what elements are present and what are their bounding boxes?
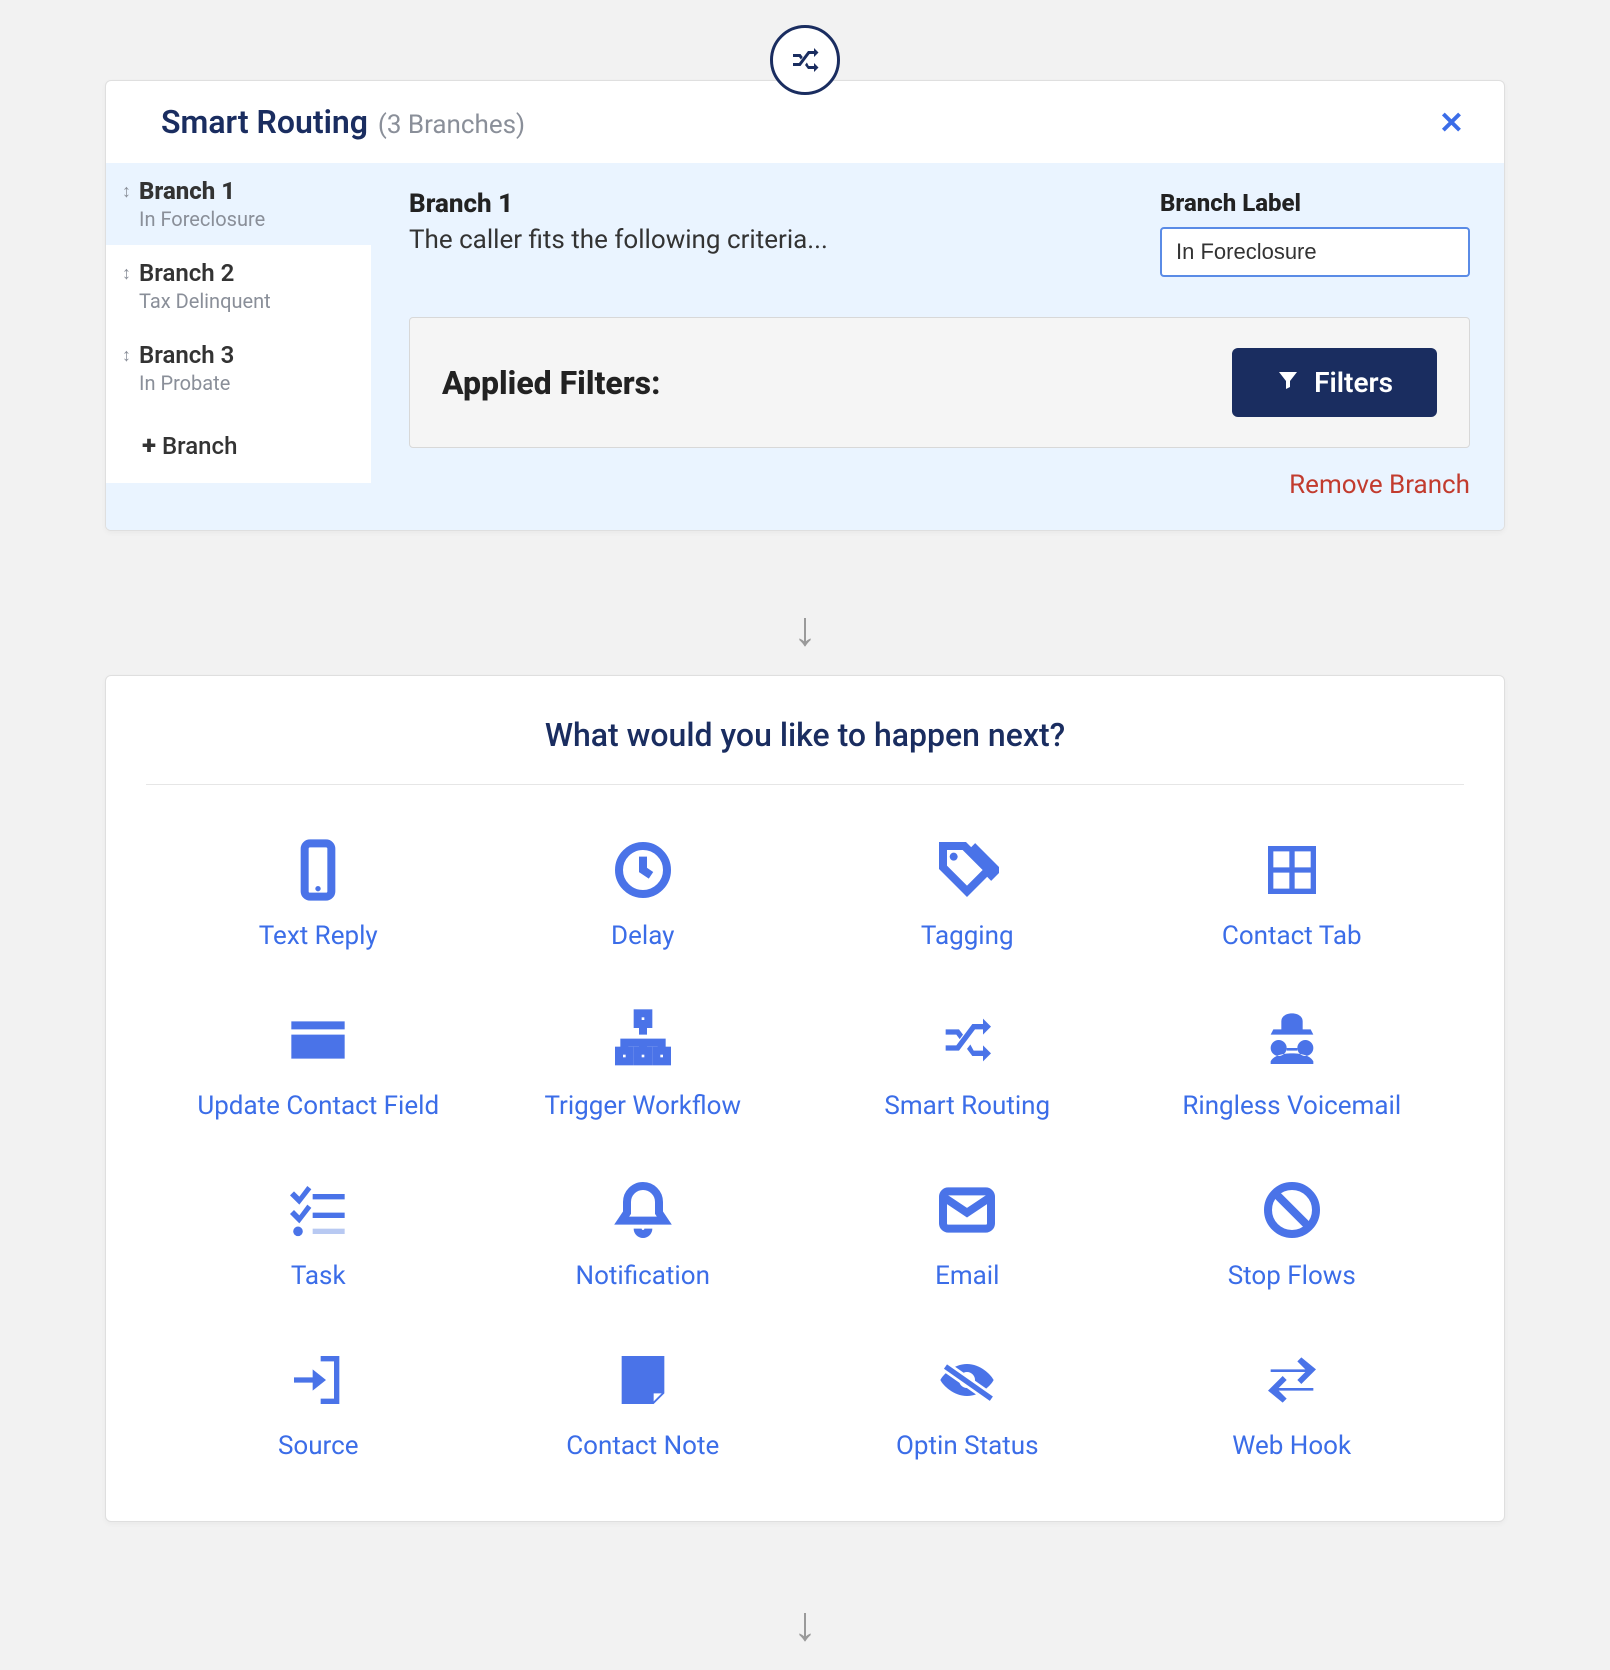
branch-item-3[interactable]: ↕ Branch 3 In Probate	[106, 327, 371, 409]
filter-icon	[1276, 366, 1300, 399]
action-web-hook[interactable]: Web Hook	[1140, 1345, 1445, 1461]
filters-button-label: Filters	[1314, 366, 1393, 399]
next-action-heading: What would you like to happen next?	[106, 676, 1504, 784]
action-label: Email	[935, 1261, 999, 1291]
tags-icon	[932, 835, 1002, 905]
arrow-down-icon: ↓	[793, 1600, 817, 1648]
note-icon	[608, 1345, 678, 1415]
branch-detail-desc: The caller fits the following criteria..…	[409, 225, 828, 255]
applied-filters-title: Applied Filters:	[442, 364, 660, 402]
drag-handle-icon[interactable]: ↕	[122, 345, 131, 366]
branch-sublabel: In Foreclosure	[139, 207, 265, 231]
action-label: Optin Status	[896, 1431, 1038, 1461]
smart-routing-body: ↕ Branch 1 In Foreclosure ↕ Branch 2 Tax…	[106, 163, 1504, 530]
action-label: Contact Tab	[1222, 921, 1362, 951]
add-branch-label: Branch	[162, 432, 237, 460]
plus-icon: +	[142, 431, 156, 461]
phone-icon	[283, 835, 353, 905]
arrow-down-icon: ↓	[793, 605, 817, 653]
action-label: Ringless Voicemail	[1182, 1091, 1401, 1121]
swap-icon	[1257, 1345, 1327, 1415]
drag-handle-icon[interactable]: ↕	[122, 181, 131, 202]
branch-sublabel: In Probate	[139, 371, 234, 395]
action-label: Task	[291, 1261, 346, 1291]
action-grid: Text Reply Delay Tagging Contact Tab Upd	[106, 785, 1504, 1521]
login-icon	[283, 1345, 353, 1415]
bell-icon	[608, 1175, 678, 1245]
branch-label-caption: Branch Label	[1160, 189, 1470, 217]
smart-routing-title: Smart Routing	[161, 103, 368, 141]
action-notification[interactable]: Notification	[491, 1175, 796, 1291]
branch-detail-title: Branch 1	[409, 189, 828, 219]
action-text-reply[interactable]: Text Reply	[166, 835, 471, 951]
smart-routing-node-icon	[770, 25, 840, 95]
action-delay[interactable]: Delay	[491, 835, 796, 951]
branch-name: Branch 1	[139, 177, 265, 205]
action-source[interactable]: Source	[166, 1345, 471, 1461]
action-label: Contact Note	[566, 1431, 719, 1461]
action-ringless-voicemail[interactable]: Ringless Voicemail	[1140, 1005, 1445, 1121]
shuffle-icon	[932, 1005, 1002, 1075]
action-label: Trigger Workflow	[544, 1091, 741, 1121]
branch-name: Branch 2	[139, 259, 271, 287]
branch-sublabel: Tax Delinquent	[139, 289, 271, 313]
branch-item-2[interactable]: ↕ Branch 2 Tax Delinquent	[106, 245, 371, 327]
action-label: Source	[278, 1431, 359, 1461]
sitemap-icon	[608, 1005, 678, 1075]
close-icon[interactable]: ✕	[1439, 109, 1464, 139]
action-optin-status[interactable]: Optin Status	[815, 1345, 1120, 1461]
branch-detail: Branch 1 The caller fits the following c…	[371, 163, 1504, 530]
ban-icon	[1257, 1175, 1327, 1245]
clock-icon	[608, 835, 678, 905]
action-stop-flows[interactable]: Stop Flows	[1140, 1175, 1445, 1291]
id-card-icon	[283, 1005, 353, 1075]
action-update-contact-field[interactable]: Update Contact Field	[166, 1005, 471, 1121]
action-label: Delay	[611, 921, 674, 951]
next-action-card: What would you like to happen next? Text…	[105, 675, 1505, 1522]
action-contact-tab[interactable]: Contact Tab	[1140, 835, 1445, 951]
action-smart-routing[interactable]: Smart Routing	[815, 1005, 1120, 1121]
checklist-icon	[283, 1175, 353, 1245]
action-contact-note[interactable]: Contact Note	[491, 1345, 796, 1461]
action-label: Smart Routing	[884, 1091, 1050, 1121]
remove-branch-link[interactable]: Remove Branch	[409, 470, 1470, 500]
add-branch-button[interactable]: + Branch	[106, 409, 371, 483]
action-tagging[interactable]: Tagging	[815, 835, 1120, 951]
action-label: Text Reply	[259, 921, 378, 951]
branch-sidebar: ↕ Branch 1 In Foreclosure ↕ Branch 2 Tax…	[106, 163, 371, 530]
action-task[interactable]: Task	[166, 1175, 471, 1291]
spy-icon	[1257, 1005, 1327, 1075]
branch-item-1[interactable]: ↕ Branch 1 In Foreclosure	[106, 163, 371, 245]
action-label: Update Contact Field	[197, 1091, 439, 1121]
action-label: Web Hook	[1232, 1431, 1351, 1461]
smart-routing-card: Smart Routing (3 Branches) ✕ ↕ Branch 1 …	[105, 80, 1505, 531]
envelope-icon	[932, 1175, 1002, 1245]
branch-name: Branch 3	[139, 341, 234, 369]
branch-label-input[interactable]	[1160, 227, 1470, 277]
filters-button[interactable]: Filters	[1232, 348, 1437, 417]
action-email[interactable]: Email	[815, 1175, 1120, 1291]
action-label: Stop Flows	[1228, 1261, 1356, 1291]
table-icon	[1257, 835, 1327, 905]
action-label: Tagging	[921, 921, 1014, 951]
action-label: Notification	[576, 1261, 710, 1291]
applied-filters-panel: Applied Filters: Filters	[409, 317, 1470, 448]
smart-routing-subtitle: (3 Branches)	[378, 110, 525, 140]
drag-handle-icon[interactable]: ↕	[122, 263, 131, 284]
action-trigger-workflow[interactable]: Trigger Workflow	[491, 1005, 796, 1121]
eye-slash-icon	[932, 1345, 1002, 1415]
